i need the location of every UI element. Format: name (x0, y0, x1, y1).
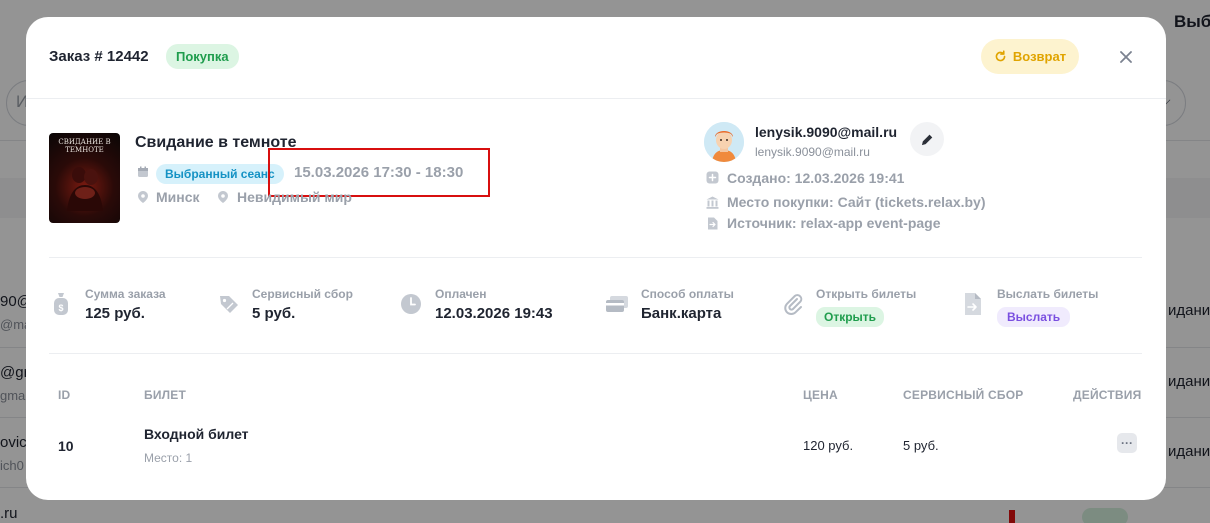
table-header-service-fee: СЕРВИСНЫЙ СБОР (903, 388, 1024, 402)
close-button[interactable] (1114, 45, 1138, 69)
send-tickets-button[interactable]: Выслать (997, 307, 1071, 327)
table-header-id: ID (58, 388, 71, 402)
poster-silhouette-icon (67, 167, 103, 211)
modal-header: Заказ # 12442 Покупка Возврат (26, 17, 1166, 99)
table-header-ticket: БИЛЕТ (144, 388, 187, 402)
refund-button[interactable]: Возврат (981, 39, 1079, 74)
order-modal: Заказ # 12442 Покупка Возврат СВИДАНИЕ В… (26, 17, 1166, 500)
payment-method-label: Способ оплаты (641, 287, 734, 301)
poster-title: СВИДАНИЕ В ТЕМНОТЕ (58, 138, 111, 154)
calendar-icon (138, 166, 148, 177)
edit-user-button[interactable] (910, 122, 944, 156)
selected-session-badge: Выбранный сеанс (156, 164, 284, 184)
file-import-icon (708, 217, 718, 230)
ticket-service-fee: 5 руб. (903, 438, 939, 453)
row-actions-button[interactable]: ··· (1117, 433, 1137, 453)
ticket-price: 120 руб. (803, 438, 854, 453)
paperclip-icon (784, 294, 803, 315)
close-icon (1120, 51, 1132, 63)
paid-label: Оплачен (435, 287, 487, 301)
section-divider (49, 353, 1142, 354)
user-avatar (704, 122, 744, 162)
refresh-icon (995, 50, 1006, 62)
clock-icon (401, 294, 421, 314)
service-fee-value: 5 руб. (252, 305, 296, 322)
table-header-price: ЦЕНА (803, 388, 838, 402)
open-tickets-button[interactable]: Открыть (816, 307, 885, 327)
order-status-badge: Покупка (166, 44, 239, 69)
ticket-name: Входной билет (144, 426, 249, 442)
venue-pin-icon (218, 191, 228, 203)
paid-value: 12.03.2026 19:43 (435, 305, 553, 322)
service-fee-label: Сервисный сбор (252, 287, 353, 301)
pencil-icon (921, 133, 933, 145)
event-venue: Невидимый мир (237, 189, 352, 205)
refund-label: Возврат (1012, 49, 1067, 64)
money-bag-icon: $ (54, 293, 68, 315)
ticket-id: 10 (58, 438, 74, 454)
user-email[interactable]: lenysik.9090@mail.ru (755, 124, 897, 140)
event-poster-image: СВИДАНИЕ В ТЕМНОТЕ (49, 133, 120, 223)
order-sum-value: 125 руб. (85, 305, 145, 322)
building-icon (706, 196, 719, 209)
file-send-icon (965, 293, 981, 315)
location-pin-icon (138, 191, 148, 203)
more-horizontal-icon: ··· (1121, 436, 1133, 450)
plus-square-icon (706, 171, 719, 184)
open-tickets-label: Открыть билеты (816, 287, 917, 301)
order-sum-label: Сумма заказа (85, 287, 166, 301)
send-tickets-label: Выслать билеты (997, 287, 1099, 301)
table-header-actions: ДЕЙСТВИЯ (1073, 388, 1142, 402)
section-divider (49, 257, 1142, 258)
credit-cards-icon (606, 296, 628, 312)
svg-text:$: $ (58, 303, 63, 313)
user-avatar-icon (704, 122, 744, 162)
ticket-seat: Место: 1 (144, 451, 193, 465)
user-email-secondary: lenysik.9090@mail.ru (755, 145, 870, 159)
event-city: Минск (156, 189, 200, 205)
purchase-place: Место покупки: Сайт (tickets.relax.by) (727, 194, 986, 210)
payment-method-value: Банк.карта (641, 305, 722, 322)
order-created-at: Создано: 12.03.2026 19:41 (727, 170, 905, 186)
order-title: Заказ # 12442 (49, 48, 149, 65)
order-source: Источник: relax-app event-page (727, 215, 941, 231)
discount-tag-icon (220, 296, 238, 313)
